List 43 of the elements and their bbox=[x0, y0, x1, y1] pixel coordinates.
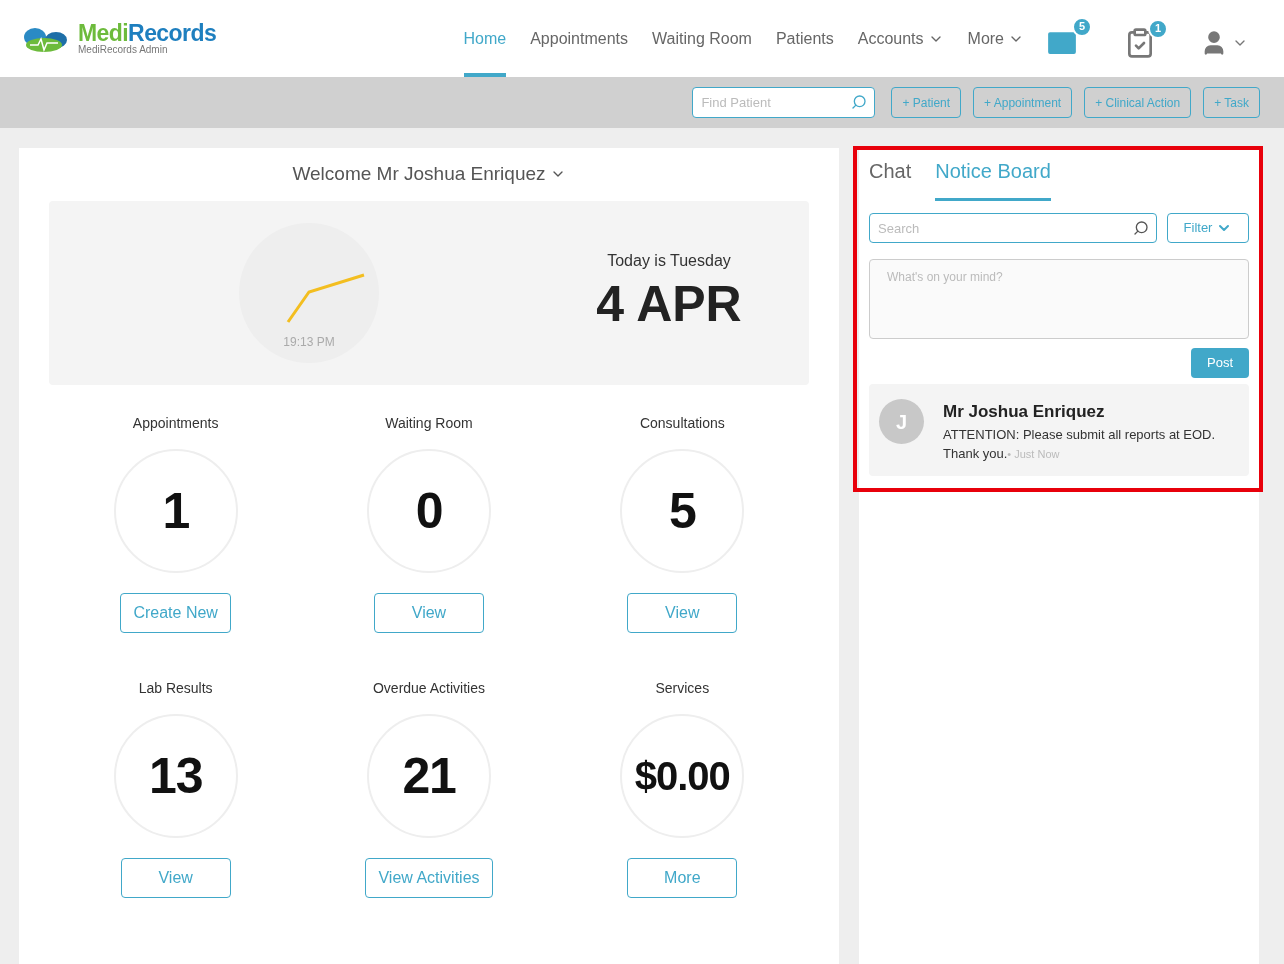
tile-button[interactable]: View bbox=[627, 592, 738, 633]
quick-add-button[interactable]: + Patient bbox=[891, 87, 962, 118]
nav-link[interactable]: Accounts bbox=[857, 0, 944, 77]
date-text: 4 APR bbox=[596, 275, 742, 335]
notice-message: ATTENTION: Please submit all reports at EOD. Thank you.• Just Now bbox=[943, 425, 1217, 463]
tile-button[interactable]: Create New bbox=[120, 592, 231, 633]
tile-button[interactable]: More bbox=[627, 857, 738, 898]
tile-label: Consultations bbox=[639, 413, 725, 433]
weekday-text: Today is Tuesday bbox=[607, 251, 731, 272]
brand-subtitle: MediRecords Admin bbox=[78, 45, 169, 55]
filter-button[interactable]: Filter bbox=[1167, 213, 1249, 243]
count-badge: 1 bbox=[1148, 18, 1168, 39]
quick-add-button[interactable]: + Task bbox=[1203, 87, 1260, 118]
search-icon bbox=[851, 94, 868, 110]
nav-link[interactable]: Appointments bbox=[530, 0, 629, 77]
nav-link[interactable]: Waiting Room bbox=[652, 0, 752, 77]
quick-add-button[interactable]: + Appointment bbox=[973, 87, 1073, 118]
tile-button[interactable]: View bbox=[374, 592, 484, 633]
find-patient-field[interactable]: Find Patient bbox=[692, 87, 876, 118]
tile-button[interactable]: View Activities bbox=[365, 857, 493, 898]
quick-add-button[interactable]: + Clinical Action bbox=[1084, 87, 1192, 118]
nav-link[interactable]: More bbox=[967, 0, 1024, 77]
panel-tab[interactable]: Notice Board bbox=[935, 156, 1051, 201]
search-icon bbox=[1133, 220, 1149, 236]
header-icon-button[interactable]: 5 bbox=[1044, 16, 1092, 61]
tile-label: Services bbox=[655, 678, 710, 698]
clock-time: 19:13 PM bbox=[283, 333, 335, 351]
post-button[interactable]: Post bbox=[1191, 348, 1249, 378]
notice-author: Mr Joshua Enriquez bbox=[943, 401, 1106, 423]
post-composer-field[interactable]: What's on your mind? bbox=[869, 259, 1249, 339]
welcome-dropdown[interactable]: Welcome Mr Joshua Enriquez bbox=[292, 160, 566, 189]
tile-label: Appointments bbox=[132, 413, 219, 433]
tile-label: Lab Results bbox=[138, 678, 213, 698]
brand-name: MediRecords bbox=[78, 22, 217, 45]
header-icon-button[interactable]: 1 bbox=[1124, 18, 1168, 59]
clock-hands-icon bbox=[286, 272, 366, 324]
tile-button[interactable]: View bbox=[120, 857, 231, 898]
nav-link[interactable]: Patients bbox=[775, 0, 834, 77]
panel-tab[interactable]: Chat bbox=[869, 156, 912, 201]
notice-search-field[interactable]: Search bbox=[869, 213, 1157, 243]
tile-label: Overdue Activities bbox=[372, 678, 485, 698]
count-badge: 5 bbox=[1072, 16, 1092, 37]
tile-label: Waiting Room bbox=[385, 413, 473, 433]
